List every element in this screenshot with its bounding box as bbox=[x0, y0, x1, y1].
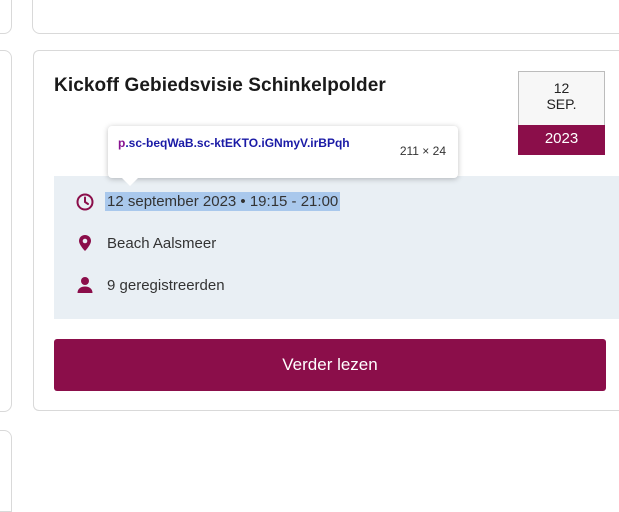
event-card: Kickoff Gebiedsvisie Schinkelpolder 12 S… bbox=[33, 50, 619, 411]
devtools-element-tooltip: p.sc-beqWaB.sc-ktEKTO.iGNmyV.irBPqh 211 … bbox=[108, 126, 458, 186]
previous-card-bottom bbox=[32, 0, 619, 34]
date-month: SEP. bbox=[546, 96, 577, 112]
previous-card-left-edge bbox=[0, 0, 12, 34]
event-date-badge: 12 SEP. 2023 bbox=[518, 71, 605, 155]
event-title: Kickoff Gebiedsvisie Schinkelpolder bbox=[54, 75, 386, 96]
clock-icon bbox=[76, 193, 94, 211]
adjacent-card-left-edge bbox=[0, 50, 12, 412]
next-card-left-edge bbox=[0, 430, 12, 512]
map-pin-icon bbox=[76, 234, 94, 252]
tooltip-dimensions: 211 × 24 bbox=[399, 144, 446, 158]
tooltip-arrow bbox=[122, 178, 138, 186]
read-more-button[interactable]: Verder lezen bbox=[54, 339, 606, 391]
tooltip-selector: p.sc-beqWaB.sc-ktEKTO.iGNmyV.irBPqh bbox=[118, 136, 368, 151]
date-year: 2023 bbox=[518, 125, 605, 155]
event-datetime: 12 september 2023 • 19:15 - 21:00 bbox=[105, 192, 341, 211]
event-datetime-row: 12 september 2023 • 19:15 - 21:00 bbox=[76, 192, 341, 211]
event-location: Beach Aalsmeer bbox=[107, 234, 217, 252]
tooltip-classes: .sc-beqWaB.sc-ktEKTO.iGNmyV.irBPqh bbox=[125, 136, 350, 150]
event-registrations-row: 9 geregistreerden bbox=[76, 276, 225, 294]
event-location-row: Beach Aalsmeer bbox=[76, 234, 216, 252]
date-day: 12 bbox=[553, 80, 570, 96]
event-registrations: 9 geregistreerden bbox=[107, 276, 225, 294]
person-icon bbox=[76, 276, 94, 294]
event-info-panel: 12 september 2023 • 19:15 - 21:00 Beach … bbox=[54, 176, 619, 319]
